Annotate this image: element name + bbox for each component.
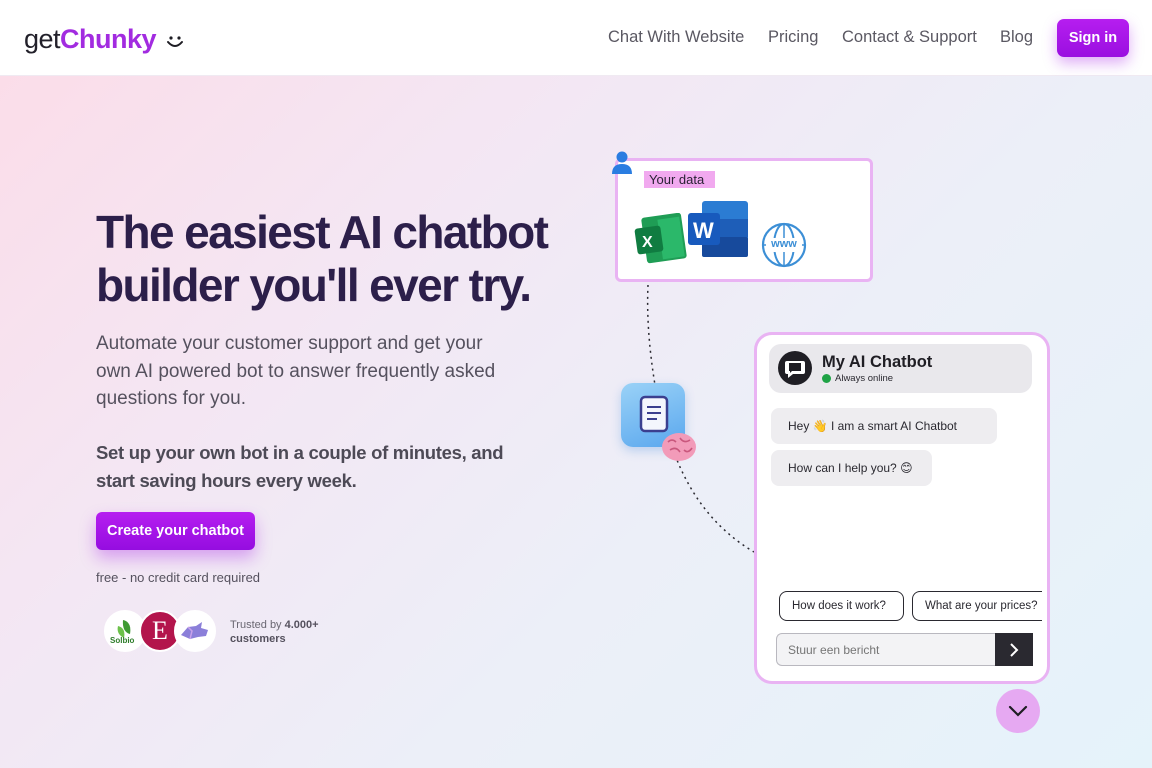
solbio-label: Solbio bbox=[110, 636, 135, 645]
word-letter: W bbox=[693, 218, 714, 243]
scroll-down-button[interactable] bbox=[996, 689, 1040, 733]
your-data-card: Your data X W www bbox=[615, 158, 873, 282]
chevron-right-icon bbox=[1010, 642, 1019, 657]
chatbot-header: My AI Chatbot Always online bbox=[769, 344, 1032, 393]
bot-message-1: Hey 👋 I am a smart AI Chatbot bbox=[771, 408, 997, 444]
trusted-prefix: Trusted by bbox=[230, 619, 285, 631]
www-label: www bbox=[771, 238, 797, 250]
quick-reply-prices[interactable]: What are your prices? bbox=[912, 591, 1042, 621]
user-icon bbox=[612, 151, 632, 174]
nav-blog[interactable]: Blog bbox=[1000, 28, 1033, 47]
send-button[interactable] bbox=[995, 633, 1033, 666]
chevron-down-icon bbox=[1008, 705, 1028, 717]
nav-contact-support[interactable]: Contact & Support bbox=[842, 28, 977, 47]
customer-avatars: Solbio E bbox=[104, 610, 216, 654]
chatbot-widget: My AI Chatbot Always online Hey 👋 I am a… bbox=[754, 332, 1050, 684]
logo[interactable]: get Chunky bbox=[24, 22, 184, 56]
hero-title: The easiest AI chatbot builder you'll ev… bbox=[96, 206, 549, 311]
logo-brand: Chunky bbox=[60, 23, 157, 54]
quick-reply-how-it-works[interactable]: How does it work? bbox=[779, 591, 904, 621]
your-data-label: Your data bbox=[644, 171, 716, 188]
hero-lead-bold: Set up your own bot in a couple of minut… bbox=[96, 442, 504, 491]
hero-lead: Automate your customer support and get y… bbox=[96, 333, 496, 409]
cta-note: free - no credit card required bbox=[96, 570, 261, 585]
logo-prefix: get bbox=[24, 23, 61, 54]
trusted-suffix: customers bbox=[230, 633, 286, 645]
trusted-count: 4.000+ bbox=[284, 619, 319, 631]
chat-message-input[interactable] bbox=[776, 633, 996, 666]
customer-logo-rhino bbox=[174, 610, 216, 652]
sign-in-button[interactable]: Sign in bbox=[1057, 19, 1129, 57]
smile-icon bbox=[167, 36, 184, 47]
chat-bubble-icon bbox=[778, 351, 812, 385]
chatbot-title: My AI Chatbot bbox=[822, 353, 933, 371]
create-chatbot-button[interactable]: Create your chatbot bbox=[96, 512, 255, 550]
trusted-by-text: Trusted by 4.000+ customers bbox=[230, 618, 350, 646]
nav-chat-with-website[interactable]: Chat With Website bbox=[608, 28, 744, 47]
nav-pricing[interactable]: Pricing bbox=[768, 28, 818, 47]
rhino-icon bbox=[181, 622, 208, 640]
excel-letter: X bbox=[642, 234, 653, 251]
online-status-dot bbox=[822, 374, 831, 383]
site-header: get Chunky Chat With Website Pricing Cont… bbox=[0, 0, 1152, 76]
chatbot-status: Always online bbox=[835, 373, 894, 384]
brain-icon bbox=[662, 433, 696, 461]
bot-message-2: How can I help you? 😊 bbox=[771, 450, 932, 486]
